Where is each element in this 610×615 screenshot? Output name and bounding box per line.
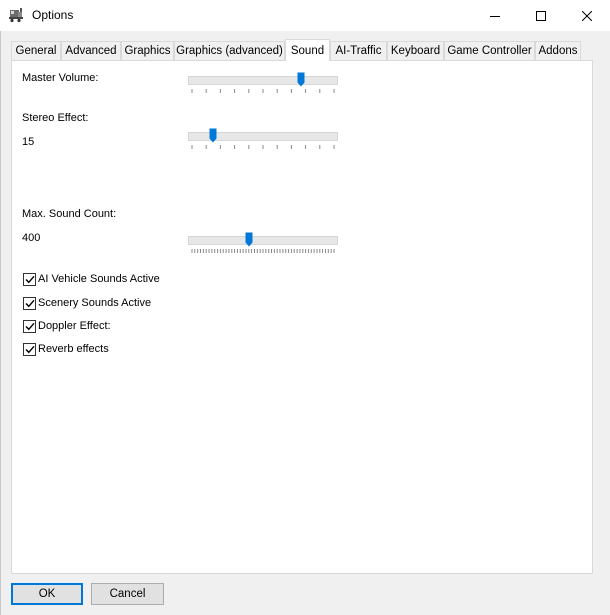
ok-button[interactable]: OK xyxy=(11,583,83,605)
tab-addons[interactable]: Addons xyxy=(535,41,581,60)
checkmark-icon xyxy=(25,299,35,307)
max-sound-count-value: 400 xyxy=(22,232,41,244)
master-volume-slider[interactable] xyxy=(188,72,338,94)
checkbox-box[interactable] xyxy=(23,342,36,356)
stereo-effect-value: 15 xyxy=(22,136,35,148)
train-icon xyxy=(8,7,24,23)
slider-ticks xyxy=(191,249,335,253)
checkmark-icon xyxy=(25,275,35,283)
checkbox-box[interactable] xyxy=(23,319,36,333)
sound-panel: Master Volume: Stereo Effect: 15 Max. So… xyxy=(11,60,593,574)
tab-sound[interactable]: Sound xyxy=(285,39,330,61)
tab-ai-traffic[interactable]: AI-Traffic xyxy=(330,41,387,60)
tab-game-controller[interactable]: Game Controller xyxy=(444,41,535,60)
slider-ticks xyxy=(191,89,335,93)
stereo-effect-slider[interactable] xyxy=(188,128,338,150)
checkmark-icon xyxy=(25,345,35,353)
slider-thumb[interactable] xyxy=(297,72,305,87)
checkbox-label: Scenery Sounds Active xyxy=(38,297,152,309)
checkbox-box[interactable] xyxy=(23,272,36,286)
doppler-effect-checkbox[interactable]: Doppler Effect: xyxy=(23,318,111,334)
reverb-effects-checkbox[interactable]: Reverb effects xyxy=(23,341,109,357)
slider-thumb[interactable] xyxy=(245,232,253,247)
checkbox-box[interactable] xyxy=(23,296,36,310)
close-icon xyxy=(582,10,592,21)
tab-graphics-advanced[interactable]: Graphics (advanced) xyxy=(174,41,285,60)
maximize-button[interactable] xyxy=(518,0,564,31)
max-sound-count-slider[interactable] xyxy=(188,232,338,254)
tab-general[interactable]: General xyxy=(11,41,61,60)
ai-vehicle-sounds-checkbox[interactable]: AI Vehicle Sounds Active xyxy=(23,271,160,287)
minimize-icon xyxy=(490,11,500,21)
checkmark-icon xyxy=(25,322,35,330)
cancel-button[interactable]: Cancel xyxy=(91,583,164,605)
window-edge xyxy=(0,31,1,615)
tab-advanced[interactable]: Advanced xyxy=(61,41,121,60)
stereo-effect-label: Stereo Effect: xyxy=(22,112,89,124)
max-sound-count-label: Max. Sound Count: xyxy=(22,208,117,220)
close-button[interactable] xyxy=(564,0,610,31)
slider-track xyxy=(188,236,338,245)
slider-track xyxy=(188,76,338,85)
scenery-sounds-checkbox[interactable]: Scenery Sounds Active xyxy=(23,295,151,311)
slider-ticks xyxy=(191,145,335,149)
checkbox-label: Reverb effects xyxy=(38,343,109,355)
master-volume-label: Master Volume: xyxy=(22,72,99,84)
checkbox-label: Doppler Effect: xyxy=(38,320,111,332)
tab-keyboard[interactable]: Keyboard xyxy=(387,41,444,60)
minimize-button[interactable] xyxy=(472,0,518,31)
title-bar[interactable]: Options xyxy=(0,0,610,31)
slider-thumb[interactable] xyxy=(209,128,217,143)
tab-graphics[interactable]: Graphics xyxy=(121,41,174,60)
window-title: Options xyxy=(32,8,74,22)
maximize-icon xyxy=(536,10,546,21)
checkbox-label: AI Vehicle Sounds Active xyxy=(38,273,160,285)
